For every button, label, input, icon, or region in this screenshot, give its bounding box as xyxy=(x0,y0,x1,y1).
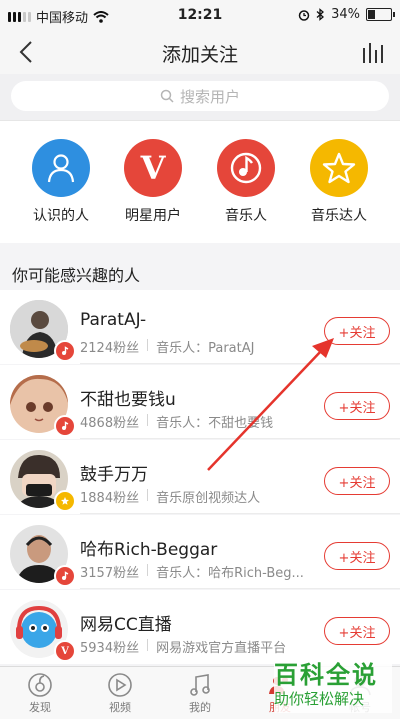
category-row: 认识的人 V 明星用户 音乐人 音乐达人 xyxy=(0,120,400,243)
divider xyxy=(80,513,400,514)
category-music-experts[interactable]: 音乐达人 xyxy=(293,139,385,225)
category-label: 认识的人 xyxy=(33,208,89,224)
divider xyxy=(80,438,400,439)
category-stars[interactable]: V 明星用户 xyxy=(107,139,199,225)
follow-button[interactable]: +关注 xyxy=(324,317,390,345)
user-meta: 5934粉丝 网易游戏官方直播平台 xyxy=(80,637,286,656)
page-title: 添加关注 xyxy=(161,44,238,66)
category-label: 音乐达人 xyxy=(311,208,367,224)
user-meta: 2124粉丝 音乐人：ParatAJ xyxy=(80,337,254,356)
user-desc: 音乐原创视频达人 xyxy=(156,491,261,506)
user-name: 网易CC直播 xyxy=(80,615,172,635)
music-note-icon xyxy=(217,139,275,197)
fans-count: 2124粉丝 xyxy=(80,341,140,356)
status-right: 34% xyxy=(298,7,395,22)
nav-bar: 添加关注 xyxy=(0,30,400,74)
watermark-subtitle: 助你轻松解决 xyxy=(274,690,365,708)
search-bar: 搜索用户 xyxy=(0,74,400,120)
video-icon xyxy=(108,673,132,697)
list-item[interactable]: 不甜也要钱u 4868粉丝 音乐人：不甜也要钱 +关注 xyxy=(0,365,400,439)
status-bar: 中国移动 12:21 34% xyxy=(0,0,400,30)
star-icon xyxy=(310,139,368,197)
battery-icon xyxy=(366,8,395,21)
v-icon: V xyxy=(54,640,76,662)
user-meta: 1884粉丝 音乐原创视频达人 xyxy=(80,487,260,506)
tab-label: 视频 xyxy=(109,701,131,714)
alarm-icon xyxy=(298,9,310,21)
music-note-icon xyxy=(54,565,76,587)
category-musicians[interactable]: 音乐人 xyxy=(200,139,292,225)
tab-video[interactable]: 视频 xyxy=(90,671,150,715)
divider xyxy=(80,363,400,364)
list-item[interactable]: 鼓手万万 1884粉丝 音乐原创视频达人 +关注 xyxy=(0,440,400,514)
user-desc: 网易游戏官方直播平台 xyxy=(156,641,287,656)
watermark: 百科全说 助你轻松解决 xyxy=(274,655,392,713)
user-name: 不甜也要钱u xyxy=(80,390,176,410)
fans-count: 3157粉丝 xyxy=(80,566,140,581)
user-name: 鼓手万万 xyxy=(80,465,148,485)
watermark-title: 百科全说 xyxy=(274,661,378,689)
person-icon xyxy=(32,139,90,197)
follow-button[interactable]: +关注 xyxy=(324,617,390,645)
tab-discover[interactable]: 发现 xyxy=(10,671,70,715)
discover-icon xyxy=(28,673,52,697)
tab-label: 发现 xyxy=(29,701,51,714)
category-label: 音乐人 xyxy=(225,208,267,224)
user-meta: 3157粉丝 音乐人：哈布Rich-Beg... xyxy=(80,562,304,581)
list-item[interactable]: ParatAJ- 2124粉丝 音乐人：ParatAJ +关注 xyxy=(0,290,400,364)
divider xyxy=(80,588,400,589)
music-icon xyxy=(190,674,210,696)
user-meta: 4868粉丝 音乐人：不甜也要钱 xyxy=(80,412,273,431)
user-name: 哈布Rich-Beggar xyxy=(80,540,218,560)
star-icon xyxy=(54,490,76,512)
search-placeholder: 搜索用户 xyxy=(179,87,240,106)
user-desc: 音乐人：ParatAJ xyxy=(156,341,255,356)
fans-count: 1884粉丝 xyxy=(80,491,140,506)
follow-button[interactable]: +关注 xyxy=(324,467,390,495)
category-acquaintances[interactable]: 认识的人 xyxy=(15,139,107,225)
user-desc: 音乐人：不甜也要钱 xyxy=(156,416,274,431)
equalizer-icon[interactable] xyxy=(360,38,388,66)
search-input[interactable]: 搜索用户 xyxy=(11,81,389,111)
follow-button[interactable]: +关注 xyxy=(324,542,390,570)
follow-button[interactable]: +关注 xyxy=(324,392,390,420)
bluetooth-icon xyxy=(316,8,325,21)
list-item[interactable]: V 网易CC直播 5934粉丝 网易游戏官方直播平台 +关注 xyxy=(0,590,400,664)
music-note-icon xyxy=(54,340,76,362)
user-name: ParatAJ- xyxy=(80,310,147,330)
music-note-icon xyxy=(54,415,76,437)
tab-mine[interactable]: 我的 xyxy=(170,671,230,715)
list-item[interactable]: 哈布Rich-Beggar 3157粉丝 音乐人：哈布Rich-Beg... +关… xyxy=(0,515,400,589)
section-title: 你可能感兴趣的人 xyxy=(12,266,141,285)
v-icon: V xyxy=(124,139,182,197)
fans-count: 5934粉丝 xyxy=(80,641,140,656)
user-desc: 音乐人：哈布Rich-Beg... xyxy=(156,566,304,581)
search-icon xyxy=(160,89,174,103)
category-label: 明星用户 xyxy=(125,208,181,224)
fans-count: 4868粉丝 xyxy=(80,416,140,431)
tab-label: 我的 xyxy=(189,701,211,714)
battery-percent: 34% xyxy=(331,7,360,22)
